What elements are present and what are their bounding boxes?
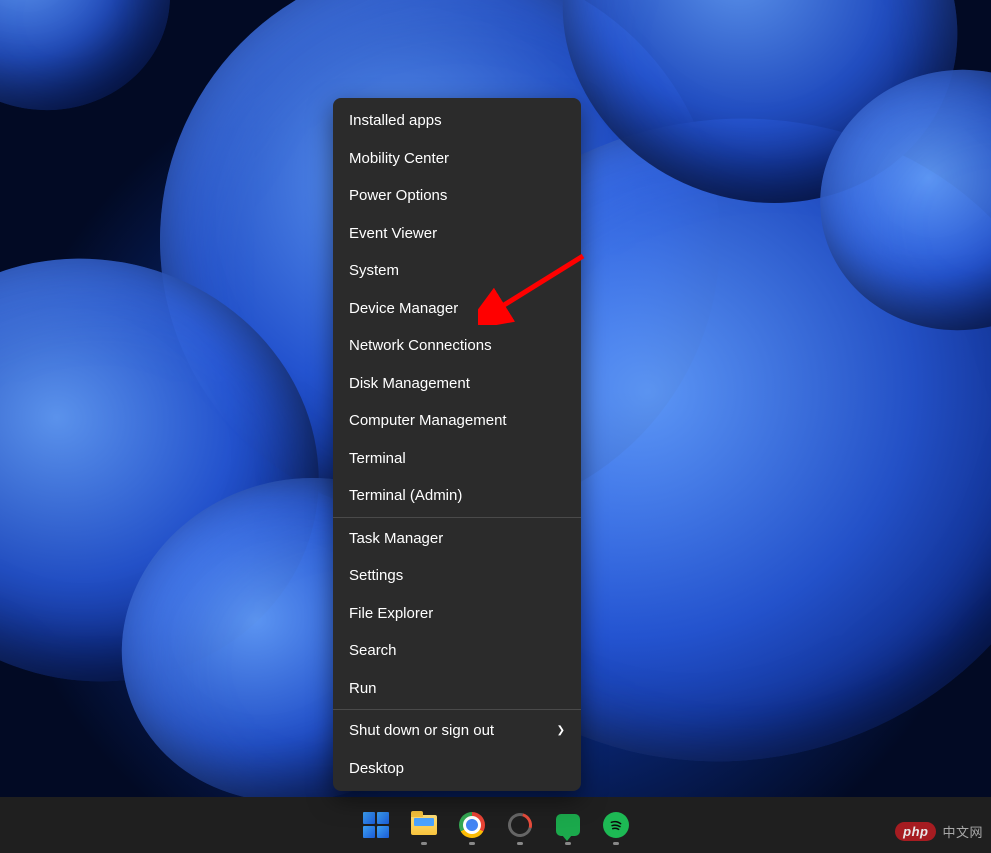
folder-icon bbox=[411, 815, 437, 835]
menu-item-label: Disk Management bbox=[349, 374, 470, 394]
spotify-icon bbox=[603, 812, 629, 838]
menu-item-power-options[interactable]: Power Options bbox=[333, 177, 581, 215]
menu-item-task-manager[interactable]: Task Manager bbox=[333, 520, 581, 558]
taskbar-chrome[interactable] bbox=[452, 805, 492, 845]
watermark: php 中文网 bbox=[895, 822, 983, 841]
running-indicator bbox=[565, 842, 571, 845]
menu-item-label: Network Connections bbox=[349, 336, 492, 356]
menu-item-installed-apps[interactable]: Installed apps bbox=[333, 102, 581, 140]
menu-item-label: Terminal (Admin) bbox=[349, 486, 462, 506]
menu-item-label: Device Manager bbox=[349, 299, 458, 319]
menu-item-label: Power Options bbox=[349, 186, 447, 206]
menu-item-label: Event Viewer bbox=[349, 224, 437, 244]
menu-item-shutdown-signout[interactable]: Shut down or sign out ❯ bbox=[333, 712, 581, 750]
taskbar-spotify[interactable] bbox=[596, 805, 636, 845]
menu-item-terminal-admin[interactable]: Terminal (Admin) bbox=[333, 477, 581, 515]
menu-item-device-manager[interactable]: Device Manager bbox=[333, 290, 581, 328]
wallpaper-shape bbox=[0, 0, 180, 120]
menu-item-label: Installed apps bbox=[349, 111, 442, 131]
winx-context-menu: Installed apps Mobility Center Power Opt… bbox=[333, 98, 581, 791]
ring-icon bbox=[503, 809, 536, 842]
menu-item-network-connections[interactable]: Network Connections bbox=[333, 327, 581, 365]
menu-separator bbox=[333, 517, 581, 518]
watermark-badge: php bbox=[895, 822, 936, 841]
menu-item-label: Computer Management bbox=[349, 411, 507, 431]
menu-item-label: Mobility Center bbox=[349, 149, 449, 169]
menu-item-desktop[interactable]: Desktop bbox=[333, 750, 581, 788]
watermark-text: 中文网 bbox=[942, 822, 983, 841]
menu-item-label: Task Manager bbox=[349, 529, 443, 549]
menu-item-label: Desktop bbox=[349, 759, 404, 779]
menu-item-label: Run bbox=[349, 679, 377, 699]
taskbar-file-explorer[interactable] bbox=[404, 805, 444, 845]
chat-icon bbox=[556, 814, 580, 836]
menu-item-mobility-center[interactable]: Mobility Center bbox=[333, 140, 581, 178]
menu-item-file-explorer[interactable]: File Explorer bbox=[333, 595, 581, 633]
running-indicator bbox=[613, 842, 619, 845]
menu-separator bbox=[333, 709, 581, 710]
menu-item-computer-management[interactable]: Computer Management bbox=[333, 402, 581, 440]
menu-item-run[interactable]: Run bbox=[333, 670, 581, 708]
chrome-icon bbox=[459, 812, 485, 838]
menu-item-label: Search bbox=[349, 641, 397, 661]
menu-item-label: Shut down or sign out bbox=[349, 721, 494, 741]
menu-item-event-viewer[interactable]: Event Viewer bbox=[333, 215, 581, 253]
taskbar bbox=[0, 797, 991, 853]
menu-item-label: Settings bbox=[349, 566, 403, 586]
chevron-right-icon: ❯ bbox=[557, 724, 565, 737]
menu-item-label: Terminal bbox=[349, 449, 406, 469]
menu-item-label: System bbox=[349, 261, 399, 281]
menu-item-settings[interactable]: Settings bbox=[333, 557, 581, 595]
menu-item-disk-management[interactable]: Disk Management bbox=[333, 365, 581, 403]
menu-item-system[interactable]: System bbox=[333, 252, 581, 290]
start-button[interactable] bbox=[356, 805, 396, 845]
taskbar-app-circle[interactable] bbox=[500, 805, 540, 845]
menu-item-search[interactable]: Search bbox=[333, 632, 581, 670]
taskbar-chat[interactable] bbox=[548, 805, 588, 845]
menu-item-label: File Explorer bbox=[349, 604, 433, 624]
running-indicator bbox=[421, 842, 427, 845]
windows-logo-icon bbox=[363, 812, 389, 838]
menu-item-terminal[interactable]: Terminal bbox=[333, 440, 581, 478]
running-indicator bbox=[469, 842, 475, 845]
running-indicator bbox=[517, 842, 523, 845]
